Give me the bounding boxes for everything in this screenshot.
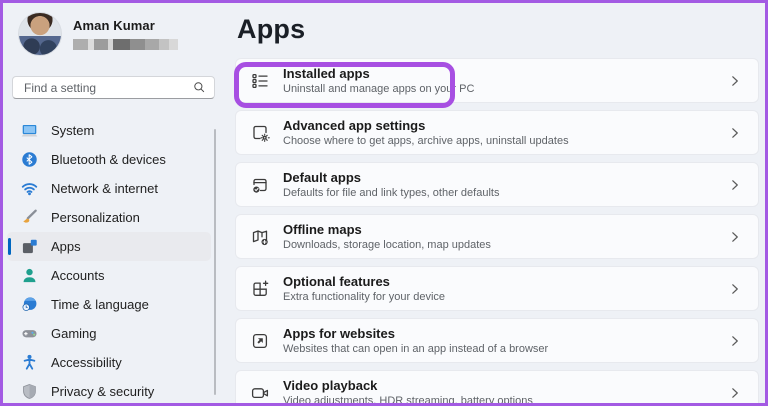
privacy-security-icon xyxy=(21,383,38,400)
gaming-icon xyxy=(21,325,38,342)
row-subtitle: Defaults for file and link types, other … xyxy=(283,187,728,199)
row-subtitle: Downloads, storage location, map updates xyxy=(283,239,728,251)
search-box[interactable] xyxy=(12,76,215,99)
row-title: Advanced app settings xyxy=(283,118,728,133)
row-subtitle: Websites that can open in an app instead… xyxy=(283,343,728,355)
sidebar-item-label: Time & language xyxy=(51,297,149,312)
row-subtitle: Video adjustments, HDR streaming, batter… xyxy=(283,395,728,406)
page-title: Apps xyxy=(237,14,761,45)
settings-rows: Installed apps Uninstall and manage apps… xyxy=(233,58,761,406)
chevron-right-icon xyxy=(728,334,742,348)
chevron-right-icon xyxy=(728,126,742,140)
settings-row-apps-for-websites[interactable]: Apps for websites Websites that can open… xyxy=(235,318,759,363)
chevron-right-icon xyxy=(728,386,742,400)
chevron-right-icon xyxy=(728,178,742,192)
default-apps-icon xyxy=(250,175,270,195)
sidebar-item-bluetooth-devices[interactable]: Bluetooth & devices xyxy=(7,145,211,174)
search-input[interactable] xyxy=(24,81,193,95)
row-subtitle: Extra functionality for your device xyxy=(283,291,728,303)
sidebar-item-gaming[interactable]: Gaming xyxy=(7,319,211,348)
avatar xyxy=(18,12,62,56)
sidebar-item-label: Privacy & security xyxy=(51,384,154,399)
settings-row-installed-apps[interactable]: Installed apps Uninstall and manage apps… xyxy=(235,58,759,103)
sidebar-item-label: System xyxy=(51,123,94,138)
search-icon xyxy=(193,81,206,94)
apps-for-websites-icon xyxy=(250,331,270,351)
sidebar-item-personalization[interactable]: Personalization xyxy=(7,203,211,232)
settings-row-optional-features[interactable]: Optional features Extra functionality fo… xyxy=(235,266,759,311)
row-title: Apps for websites xyxy=(283,326,728,341)
sidebar-item-privacy-security[interactable]: Privacy & security xyxy=(7,377,211,406)
installed-apps-icon xyxy=(250,71,270,91)
personalization-icon xyxy=(21,209,38,226)
sidebar-item-time-language[interactable]: Time & language xyxy=(7,290,211,319)
offline-maps-icon xyxy=(250,227,270,247)
sidebar-item-system[interactable]: System xyxy=(7,116,211,145)
sidebar-item-label: Network & internet xyxy=(51,181,158,196)
row-title: Optional features xyxy=(283,274,728,289)
system-icon xyxy=(21,122,38,139)
account-section[interactable]: Aman Kumar xyxy=(18,12,178,56)
sidebar-item-label: Accounts xyxy=(51,268,104,283)
chevron-right-icon xyxy=(728,74,742,88)
accounts-icon xyxy=(21,267,38,284)
sidebar-item-network-internet[interactable]: Network & internet xyxy=(7,174,211,203)
sidebar-scrollbar[interactable] xyxy=(214,129,216,395)
row-title: Installed apps xyxy=(283,66,728,81)
row-subtitle: Choose where to get apps, archive apps, … xyxy=(283,135,728,147)
sidebar-item-label: Accessibility xyxy=(51,355,122,370)
sidebar-item-accounts[interactable]: Accounts xyxy=(7,261,211,290)
time-language-icon xyxy=(21,296,38,313)
sidebar-item-label: Apps xyxy=(51,239,81,254)
row-title: Video playback xyxy=(283,378,728,393)
chevron-right-icon xyxy=(728,230,742,244)
settings-row-video-playback[interactable]: Video playback Video adjustments, HDR st… xyxy=(235,370,759,406)
sidebar-item-label: Gaming xyxy=(51,326,97,341)
network-icon xyxy=(21,180,38,197)
settings-row-offline-maps[interactable]: Offline maps Downloads, storage location… xyxy=(235,214,759,259)
sidebar: Aman Kumar xyxy=(3,3,227,403)
main-content: Apps Installed apps Uninstall and manage… xyxy=(233,3,761,406)
chevron-right-icon xyxy=(728,282,742,296)
sidebar-item-label: Bluetooth & devices xyxy=(51,152,166,167)
advanced-app-settings-icon xyxy=(250,123,270,143)
optional-features-icon xyxy=(250,279,270,299)
apps-icon xyxy=(21,238,38,255)
row-subtitle: Uninstall and manage apps on your PC xyxy=(283,83,728,95)
sidebar-nav: System Bluetooth & devices Network & int… xyxy=(7,116,211,406)
accessibility-icon xyxy=(21,354,38,371)
settings-row-default-apps[interactable]: Default apps Defaults for file and link … xyxy=(235,162,759,207)
selected-indicator xyxy=(8,238,11,255)
account-name: Aman Kumar xyxy=(73,18,178,33)
sidebar-item-apps[interactable]: Apps xyxy=(7,232,211,261)
sidebar-item-label: Personalization xyxy=(51,210,140,225)
bluetooth-icon xyxy=(21,151,38,168)
video-playback-icon xyxy=(250,383,270,403)
settings-row-advanced-app-settings[interactable]: Advanced app settings Choose where to ge… xyxy=(235,110,759,155)
row-title: Offline maps xyxy=(283,222,728,237)
sidebar-item-accessibility[interactable]: Accessibility xyxy=(7,348,211,377)
row-title: Default apps xyxy=(283,170,728,185)
account-email-redacted xyxy=(73,39,178,50)
settings-window: Aman Kumar xyxy=(0,0,768,406)
